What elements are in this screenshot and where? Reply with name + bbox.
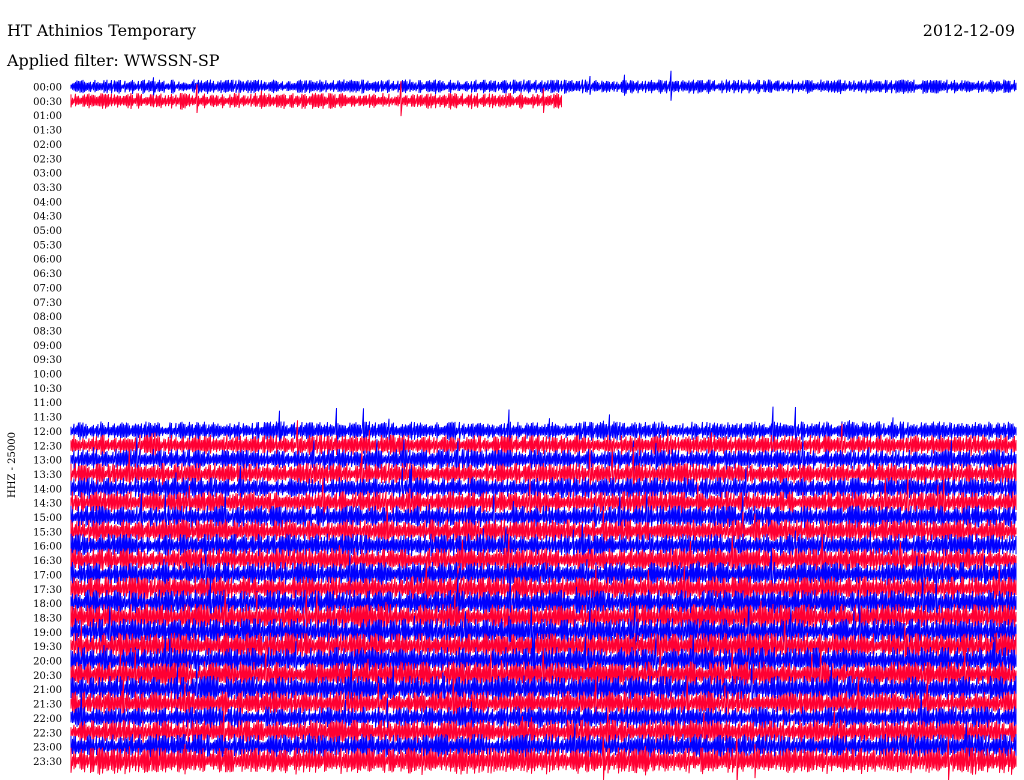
y-tick-label: 15:00 [33,513,62,524]
y-tick-label: 22:30 [33,728,62,739]
y-tick-label: 21:00 [33,685,62,696]
y-tick-label: 20:00 [33,657,62,668]
y-tick-label: 09:00 [33,341,62,352]
y-tick-label: 14:30 [33,499,62,510]
y-tick-label: 03:00 [33,169,62,180]
y-tick-label: 10:30 [33,384,62,395]
y-tick-label: 13:00 [33,456,62,467]
y-tick-label: 05:00 [33,226,62,237]
y-tick-label: 08:30 [33,326,62,337]
y-tick-label: 08:00 [33,312,62,323]
y-tick-label: 01:00 [33,111,62,122]
y-tick-label: 11:00 [33,398,62,409]
trace-area [70,70,1017,780]
record-date: 2012-12-09 [923,21,1015,40]
y-tick-label: 23:00 [33,743,62,754]
y-tick-label: 06:30 [33,269,62,280]
y-tick-label: 20:30 [33,671,62,682]
y-tick-label: 21:30 [33,700,62,711]
y-tick-label: 12:30 [33,441,62,452]
y-tick-label: 23:30 [33,757,62,768]
station-title: HT Athinios Temporary [7,21,196,40]
y-tick-label: 17:00 [33,570,62,581]
y-tick-label: 00:00 [33,83,62,94]
y-tick-labels: 00:00 00:30 01:00 01:30 02:00 02:30 03:00 03:30… [33,83,62,768]
y-tick-label: 03:30 [33,183,62,194]
y-tick-label: 15:30 [33,527,62,538]
filter-label: Applied filter: WWSSN-SP [6,51,220,70]
y-tick-label: 10:00 [33,370,62,381]
y-tick-label: 11:30 [33,413,62,424]
y-tick-label: 17:30 [33,585,62,596]
y-tick-label: 07:30 [33,298,62,309]
y-tick-label: 02:00 [33,140,62,151]
y-tick-label: 14:00 [33,484,62,495]
y-tick-label: 07:00 [33,283,62,294]
y-tick-label: 09:30 [33,355,62,366]
y-tick-label: 01:30 [33,126,62,137]
y-tick-label: 18:00 [33,599,62,610]
y-tick-label: 04:00 [33,197,62,208]
y-tick-label: 16:00 [33,542,62,553]
y-tick-label: 00:30 [33,97,62,108]
y-tick-label: 22:00 [33,714,62,725]
y-tick-label: 06:00 [33,255,62,266]
y-tick-label: 05:30 [33,240,62,251]
y-tick-label: 02:30 [33,154,62,165]
helicorder-chart: HT Athinios Temporary 2012-12-09 Applied… [6,21,1017,780]
y-tick-label: 19:00 [33,628,62,639]
y-tick-label: 04:30 [33,212,62,223]
y-tick-label: 13:30 [33,470,62,481]
y-tick-label: 12:00 [33,427,62,438]
y-tick-label: 18:30 [33,613,62,624]
y-axis-label: HHZ - 25000 [7,432,18,498]
y-tick-label: 16:30 [33,556,62,567]
y-tick-label: 19:30 [33,642,62,653]
